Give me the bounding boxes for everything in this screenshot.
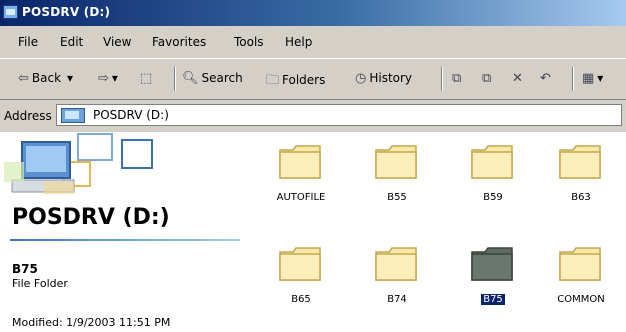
- folder-label: B75: [481, 294, 505, 305]
- views-button[interactable]: ▦ ▾: [582, 71, 603, 86]
- folder-icon: [279, 145, 321, 179]
- delete-icon: ✕: [512, 71, 523, 86]
- menu-favorites[interactable]: Favorites: [152, 35, 206, 49]
- copy-to-button[interactable]: ⧉: [482, 71, 494, 86]
- folder-icon: [559, 247, 601, 281]
- folder-label: B63: [571, 192, 591, 203]
- folder-label: B65: [291, 294, 311, 305]
- folder-item[interactable]: B63: [536, 142, 626, 216]
- menu-bar: File Edit View Favorites Tools Help: [0, 27, 626, 55]
- folder-item[interactable]: B65: [256, 244, 346, 318]
- drive-title: POSDRV (D:): [12, 205, 170, 230]
- computer-illustration-icon: [4, 132, 164, 198]
- selected-item-modified: Modified: 1/9/2003 11:51 PM: [12, 316, 171, 329]
- forward-dropdown-icon: ▾: [111, 71, 118, 85]
- menu-edit[interactable]: Edit: [60, 35, 83, 49]
- delete-button[interactable]: ✕: [512, 71, 526, 86]
- undo-button[interactable]: ↶: [540, 71, 554, 86]
- up-folder-icon: ⬚: [140, 71, 153, 86]
- address-bar: Address POSDRV (D:): [0, 100, 626, 130]
- move-to-button[interactable]: ⧉: [452, 71, 464, 86]
- folders-icon: 🗀: [266, 73, 280, 88]
- title-bar[interactable]: POSDRV (D:): [0, 0, 626, 26]
- folder-icon: [471, 145, 513, 179]
- folder-label: B59: [483, 192, 503, 203]
- folder-icon: [375, 145, 417, 179]
- folder-icon: [375, 247, 417, 281]
- window-title: POSDRV (D:): [22, 5, 111, 19]
- title-underline: [10, 239, 240, 241]
- menu-file[interactable]: File: [18, 35, 38, 49]
- search-icon: 🔍︎: [182, 71, 199, 86]
- folder-item[interactable]: COMMON: [536, 244, 626, 318]
- forward-button[interactable]: ⇨ ▾: [98, 71, 118, 86]
- address-input[interactable]: POSDRV (D:): [56, 104, 622, 126]
- folder-icon: [471, 247, 513, 281]
- folder-label: COMMON: [557, 294, 605, 305]
- folder-item[interactable]: AUTOFILE: [256, 142, 346, 216]
- copy-to-icon: ⧉: [482, 71, 492, 86]
- drive-icon: [3, 5, 18, 19]
- forward-arrow-icon: ⇨: [98, 71, 109, 86]
- toolbar-separator: [572, 67, 574, 91]
- up-folder-button[interactable]: ⬚: [140, 71, 155, 86]
- back-arrow-icon: ⇦: [18, 71, 29, 86]
- toolbar-separator: [174, 67, 176, 91]
- folder-item[interactable]: B59: [448, 142, 538, 216]
- address-value: POSDRV (D:): [93, 108, 169, 122]
- back-dropdown-icon: ▾: [67, 71, 74, 85]
- toolbar-separator: [441, 67, 443, 91]
- drive-icon: [61, 108, 85, 123]
- selected-item-name: B75: [12, 262, 38, 276]
- folder-item-selected[interactable]: B75: [448, 244, 538, 318]
- toolbar: ⇦ Back ▾ ⇨ ▾ ⬚ 🔍︎ Search 🗀 Folders ◷ History ⧉…: [0, 58, 626, 100]
- back-button[interactable]: ⇦ Back ▾: [18, 71, 73, 86]
- folder-item[interactable]: B55: [352, 142, 442, 216]
- move-to-icon: ⧉: [452, 71, 462, 86]
- views-dropdown-icon: ▾: [597, 71, 604, 85]
- history-icon: ◷: [355, 71, 367, 86]
- history-button[interactable]: ◷ History: [355, 71, 412, 86]
- folder-icon: [559, 145, 601, 179]
- folder-label: AUTOFILE: [276, 192, 326, 203]
- folders-button[interactable]: 🗀 Folders: [266, 71, 325, 93]
- folder-view: POSDRV (D:) B75 File Folder Modified: 1/…: [0, 132, 626, 332]
- menu-help[interactable]: Help: [285, 35, 312, 49]
- undo-icon: ↶: [540, 71, 551, 86]
- folder-icon: [279, 247, 321, 281]
- search-button[interactable]: 🔍︎ Search: [182, 71, 243, 86]
- folder-label: B74: [387, 294, 407, 305]
- address-label: Address: [4, 109, 52, 123]
- views-icon: ▦: [582, 71, 595, 86]
- folder-label: B55: [387, 192, 407, 203]
- folder-item[interactable]: B74: [352, 244, 442, 318]
- selected-item-type: File Folder: [12, 277, 68, 290]
- menu-tools[interactable]: Tools: [234, 35, 264, 49]
- menu-view[interactable]: View: [103, 35, 131, 49]
